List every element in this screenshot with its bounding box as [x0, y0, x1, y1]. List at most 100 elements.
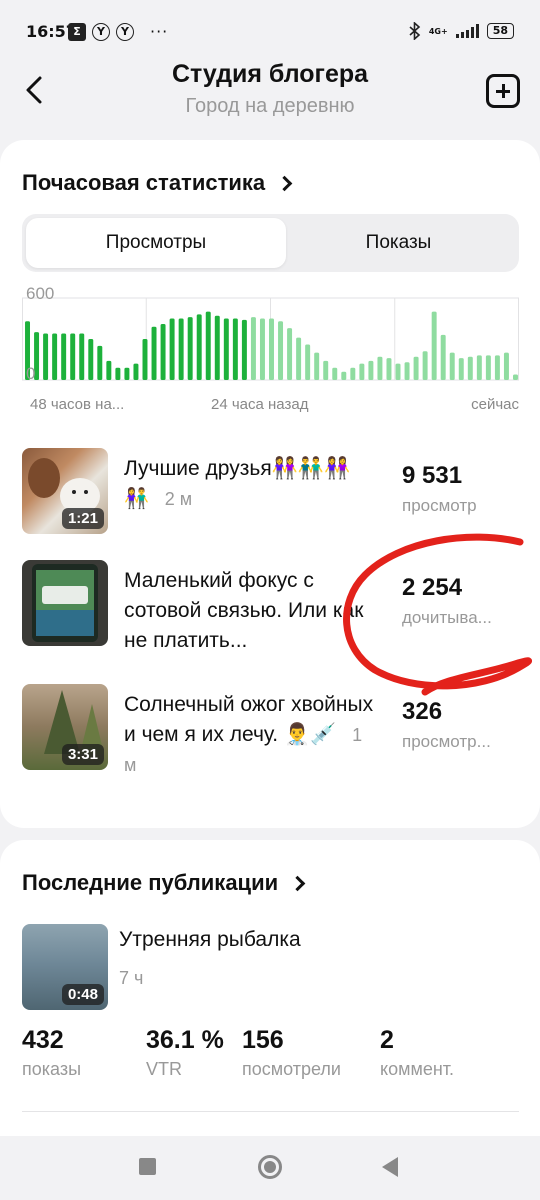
video-stat: 2 254 дочитыва... [402, 574, 519, 628]
signal-icon [455, 24, 479, 38]
chart-bar-2 [43, 333, 49, 380]
chart-bar-27 [269, 318, 274, 380]
x-label-mid: 24 часа назад [211, 396, 309, 413]
chart-bar-4 [61, 333, 67, 380]
recent-apps-button[interactable] [139, 1158, 156, 1175]
chart-bar-54 [512, 374, 518, 380]
video-duration: 3:31 [61, 744, 104, 765]
status-bar: 16:57 Σ Y Y ··· 4G+ 58 [0, 0, 540, 60]
chart-bar-29 [287, 328, 293, 380]
chart-bar-16 [169, 318, 175, 380]
chevron-right-icon [276, 175, 293, 191]
chart-bar-13 [142, 339, 148, 380]
metric-impressions: 432 показы [22, 1026, 81, 1080]
chart-bar-40 [386, 358, 392, 380]
chart-bar-7 [88, 339, 94, 380]
chart-bar-15 [160, 323, 166, 380]
hourly-stats-card: Почасовая статистика Просмотры Показы 60… [0, 140, 540, 828]
stat-label: просмотр [402, 496, 477, 515]
x-label-end: сейчас [471, 396, 519, 413]
chart-bar-30 [296, 337, 302, 380]
chart-bar-19 [196, 314, 202, 380]
video-title-text: Солнечный ожог хвойных и чем я их лечу. … [124, 693, 374, 746]
video-title: Солнечный ожог хвойных и чем я их лечу. … [124, 690, 374, 780]
y-tick-min: 0 [26, 364, 36, 383]
chart-bar-46 [440, 334, 446, 380]
yandex-notification-icon: Y [92, 22, 110, 41]
metric-label: показы [22, 1059, 82, 1079]
chart-bar-32 [314, 352, 320, 380]
stat-value: 2 254 [402, 574, 463, 601]
chart-bar-47 [449, 352, 455, 380]
chart-bar-28 [278, 321, 284, 380]
hourly-stats-header[interactable]: Почасовая статистика [22, 170, 293, 196]
metric-label: посмотрели [242, 1059, 341, 1079]
publication-item[interactable]: 0:48 Утренняя рыбалка 7 ч [22, 924, 519, 1012]
app-header: Студия блогера Город на деревню [0, 60, 540, 130]
chart-bar-14 [151, 326, 157, 380]
sigma-notification-icon: Σ [68, 22, 86, 41]
publication-duration: 0:48 [61, 984, 104, 1005]
more-notifications-icon: ··· [150, 22, 169, 41]
chart-bar-35 [341, 371, 347, 380]
home-button[interactable] [258, 1155, 282, 1179]
hourly-stats-title: Почасовая статистика [22, 170, 266, 195]
chart-bar-33 [323, 360, 329, 380]
chart-bar-10 [115, 367, 121, 380]
chart-bar-51 [485, 355, 491, 380]
chevron-right-icon [289, 875, 306, 891]
video-stat: 326 просмотр... [402, 698, 519, 752]
chart-bar-25 [250, 317, 256, 380]
publication-time: 7 ч [119, 968, 144, 988]
network-type: 4G+ [428, 26, 448, 36]
video-age: 2 м [164, 489, 193, 509]
chart-bar-45 [431, 311, 437, 380]
yandex-notification-icon-2: Y [116, 22, 134, 41]
back-nav-button[interactable] [382, 1157, 398, 1177]
video-stat: 9 531 просмотр [402, 462, 519, 516]
metric-value: 156 [242, 1026, 284, 1054]
hourly-bar-chart [22, 297, 519, 381]
video-row[interactable]: Маленький фокус с сотовой связью. Или ка… [22, 560, 519, 652]
publication-title: Утренняя рыбалка [119, 928, 301, 951]
tab-views[interactable]: Просмотры [26, 218, 286, 268]
chart-bar-26 [259, 318, 265, 380]
recent-publications-header[interactable]: Последние публикации [22, 870, 306, 896]
chart-bar-9 [106, 360, 112, 380]
chart-bar-11 [124, 367, 130, 380]
chart-bar-43 [413, 356, 419, 380]
chart-bar-44 [422, 351, 428, 380]
video-thumbnail: 3:31 [22, 684, 108, 770]
metric-tabs: Просмотры Показы [22, 214, 519, 272]
chart-bar-3 [52, 333, 58, 380]
video-row[interactable]: 3:31 Солнечный ожог хвойных и чем я их л… [22, 684, 519, 775]
video-row[interactable]: 1:21 Лучшие друзья👭👬👭 👫 2 м 9 531 просмо… [22, 448, 519, 536]
video-thumbnail: 1:21 [22, 448, 108, 534]
battery-icon: 58 [486, 23, 514, 39]
add-button[interactable] [486, 74, 520, 108]
chart-bar-49 [467, 356, 473, 380]
recent-publications-card: Последние публикации 0:48 Утренняя рыбал… [0, 840, 540, 1160]
phone-image [32, 564, 98, 642]
tab-impressions[interactable]: Показы [282, 218, 515, 268]
chart-bar-52 [494, 355, 500, 380]
chart-bar-36 [350, 367, 356, 380]
stat-label: дочитыва... [402, 608, 492, 627]
status-right: 4G+ 58 [409, 22, 514, 40]
chart-bar-5 [70, 333, 76, 380]
notification-icons: Σ Y Y ··· [68, 22, 168, 41]
hourly-chart: 600 0 [22, 284, 519, 389]
chart-bar-8 [97, 345, 103, 380]
chart-bar-31 [305, 344, 311, 380]
chart-bar-17 [178, 318, 184, 380]
metric-value: 36.1 % [146, 1026, 224, 1054]
publication-metrics: 432 показы 36.1 % VTR 156 посмотрели 2 к… [22, 1026, 519, 1086]
video-title-text: Лучшие друзья👭👬👭 [124, 457, 351, 480]
chart-bar-6 [79, 333, 85, 380]
video-thumbnail [22, 560, 108, 646]
chart-bar-24 [241, 319, 247, 380]
chart-bar-23 [232, 318, 238, 380]
x-axis-labels: 48 часов на... 24 часа назад сейчас [22, 396, 519, 418]
chart-bar-53 [503, 352, 509, 380]
recent-publications-title: Последние публикации [22, 870, 279, 895]
